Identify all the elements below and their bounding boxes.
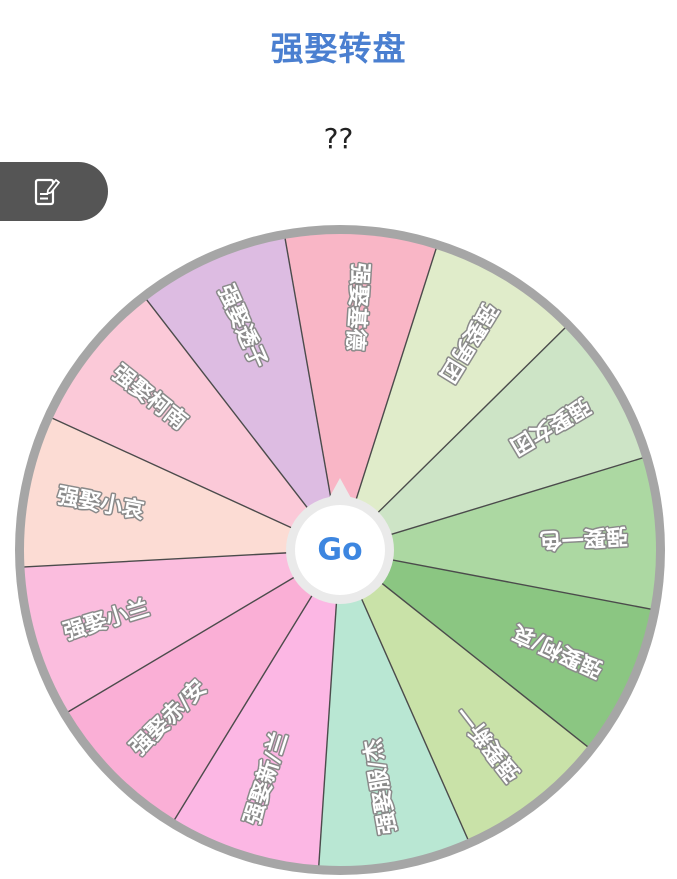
wheel-segment-label: 强娶一色 xyxy=(539,523,628,554)
page-title: 强娶转盘 xyxy=(270,29,407,68)
edit-note-icon xyxy=(34,178,60,205)
edit-button[interactable] xyxy=(0,162,108,221)
go-button[interactable] xyxy=(287,498,391,602)
result-text: ?? xyxy=(323,122,354,155)
